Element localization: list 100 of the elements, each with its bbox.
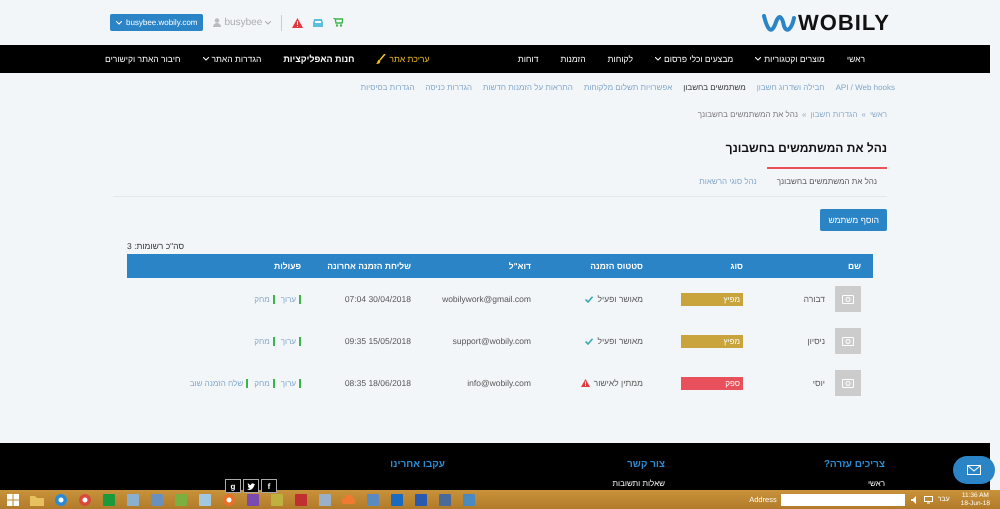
nav-dropdown[interactable]: מבצעים וכלי פרסום: [654, 54, 734, 64]
tile-icon[interactable]: [124, 492, 142, 508]
footer-link[interactable]: שאלות ותשובות: [445, 479, 665, 488]
type-tag: מפיץ: [681, 292, 743, 306]
caret-icon: [116, 20, 122, 24]
status-text: ממתין לאישור: [543, 378, 655, 388]
tile-icon[interactable]: [412, 492, 430, 508]
subnav-link[interactable]: אפשרויות תשלום מלקוחות: [584, 82, 672, 92]
footer-heading: צריכים עזרה?: [822, 459, 885, 470]
nav-link[interactable]: דוחות: [518, 54, 538, 64]
nav-link[interactable]: לקוחות: [608, 54, 633, 64]
camera-icon: [842, 294, 854, 304]
caret-icon: [755, 57, 762, 61]
address-field[interactable]: [780, 494, 905, 506]
action-link[interactable]: ערוך: [278, 294, 301, 304]
tile-icon[interactable]: [436, 492, 454, 508]
brush-icon: [376, 54, 386, 64]
nav-link[interactable]: חיבור האתר וקישורים: [105, 54, 181, 64]
action-link[interactable]: שלח הזמנה שוב: [186, 378, 248, 388]
check-icon: [585, 338, 594, 344]
speaker-icon[interactable]: [910, 496, 919, 504]
nav-link[interactable]: הזמנות: [560, 54, 586, 64]
column-header: פעולות: [273, 261, 302, 271]
email-cell: support@wobily.com: [452, 336, 531, 346]
warning-icon[interactable]: [292, 18, 304, 28]
check-icon: [585, 296, 594, 302]
user-name: ניסיון: [807, 336, 825, 346]
camera-icon: [842, 378, 854, 388]
caret-icon: [654, 57, 661, 61]
cart-icon[interactable]: [333, 18, 344, 27]
monitor-icon[interactable]: [924, 496, 933, 504]
tile-icon[interactable]: [268, 492, 286, 508]
tile-icon[interactable]: [100, 492, 118, 508]
footer-link[interactable]: ראשי: [665, 479, 885, 488]
subnav-link[interactable]: התראות על הזמנות חדשות: [482, 82, 573, 92]
tile-icon[interactable]: [244, 492, 262, 508]
user-menu[interactable]: busybee: [213, 17, 272, 28]
inbox-icon[interactable]: [313, 18, 324, 27]
tile-icon[interactable]: [388, 492, 406, 508]
subnav-link[interactable]: הגדרות בסיסיות: [360, 82, 414, 92]
action-link[interactable]: ערוך: [278, 336, 301, 346]
type-tag: מפיץ: [681, 334, 743, 348]
nav-link[interactable]: ראשי: [846, 54, 865, 64]
status-text: מאושר ופעיל: [543, 336, 655, 346]
warning-icon: [580, 379, 590, 387]
action-link[interactable]: מחק: [251, 378, 275, 388]
action-link[interactable]: מחק: [251, 336, 275, 346]
tile-icon[interactable]: [148, 492, 166, 508]
tile-icon[interactable]: [460, 492, 478, 508]
footer-heading: עקבו אחרינו: [389, 459, 445, 470]
bird-icon[interactable]: [243, 479, 259, 493]
user-name: יוסי: [812, 378, 825, 388]
tab[interactable]: נהל סוגי הרשאות: [689, 167, 767, 196]
social-button[interactable]: f: [261, 479, 277, 493]
social-button[interactable]: g: [225, 479, 241, 493]
logo-text: WOBILY: [798, 10, 890, 36]
nav-link[interactable]: חנות האפליקציות: [283, 54, 354, 64]
chat-button[interactable]: [953, 456, 995, 484]
date-cell: 07:04 30/04/2018: [344, 294, 411, 304]
wave-logo-icon: [762, 12, 796, 34]
caret-icon: [202, 57, 209, 61]
type-tag: ספק: [681, 376, 743, 390]
tile-icon[interactable]: [316, 492, 334, 508]
column-header: סוג: [729, 261, 744, 271]
nav-dropdown[interactable]: מוצרים וקטגוריות: [755, 54, 825, 64]
action-link[interactable]: מחק: [251, 294, 275, 304]
nav-dropdown[interactable]: הגדרות האתר: [202, 54, 262, 64]
tile-icon[interactable]: [292, 492, 310, 508]
user-icon: [213, 18, 222, 27]
total-count: סה"כ רשומות: 3: [126, 241, 186, 251]
page-title: נהל את המשתמשים בחשבונך: [724, 141, 887, 155]
add-user-button[interactable]: הוסף משתמש: [820, 209, 887, 231]
camera-icon: [842, 336, 854, 346]
footer-heading: צור קשר: [626, 459, 665, 470]
subnav-link[interactable]: חבילה ושדרוג חשבון: [756, 82, 825, 92]
breadcrumb-link[interactable]: הגדרות חשבון: [810, 110, 858, 119]
site-button[interactable]: busybee.wobily.com: [110, 14, 204, 31]
nav-link[interactable]: עריכת אתר: [376, 54, 430, 64]
tile-icon[interactable]: [364, 492, 382, 508]
column-header: סטטוס הזמנה: [589, 261, 644, 271]
date-cell: 09:35 15/05/2018: [344, 336, 411, 346]
user-name: דבורה: [804, 294, 825, 304]
column-header: שליחת הזמנה אחרונה: [326, 261, 412, 271]
column-header: שם: [847, 261, 862, 271]
tile-icon[interactable]: [172, 492, 190, 508]
email-cell: info@wobily.com: [467, 378, 531, 388]
windows-logo-icon[interactable]: [4, 492, 22, 508]
email-cell: wobilywork@gmail.com: [442, 294, 531, 304]
breadcrumb-separator: »: [861, 110, 866, 119]
subnav-link[interactable]: API / Web hooks: [836, 82, 895, 92]
breadcrumb-separator: »: [802, 110, 806, 119]
breadcrumb-link[interactable]: ראשי: [870, 110, 887, 119]
tab[interactable]: נהל את המשתמשים בחשבונך: [766, 167, 887, 196]
subnav-link[interactable]: הגדרות כניסה: [425, 82, 472, 92]
subnav-link[interactable]: משתמשים בחשבון: [683, 82, 746, 92]
envelope-icon: [967, 465, 981, 475]
action-link[interactable]: ערוך: [278, 378, 301, 388]
column-header: דוא"ל: [508, 261, 532, 271]
date-cell: 08:35 18/06/2018: [344, 378, 411, 388]
tile-icon[interactable]: [196, 492, 214, 508]
